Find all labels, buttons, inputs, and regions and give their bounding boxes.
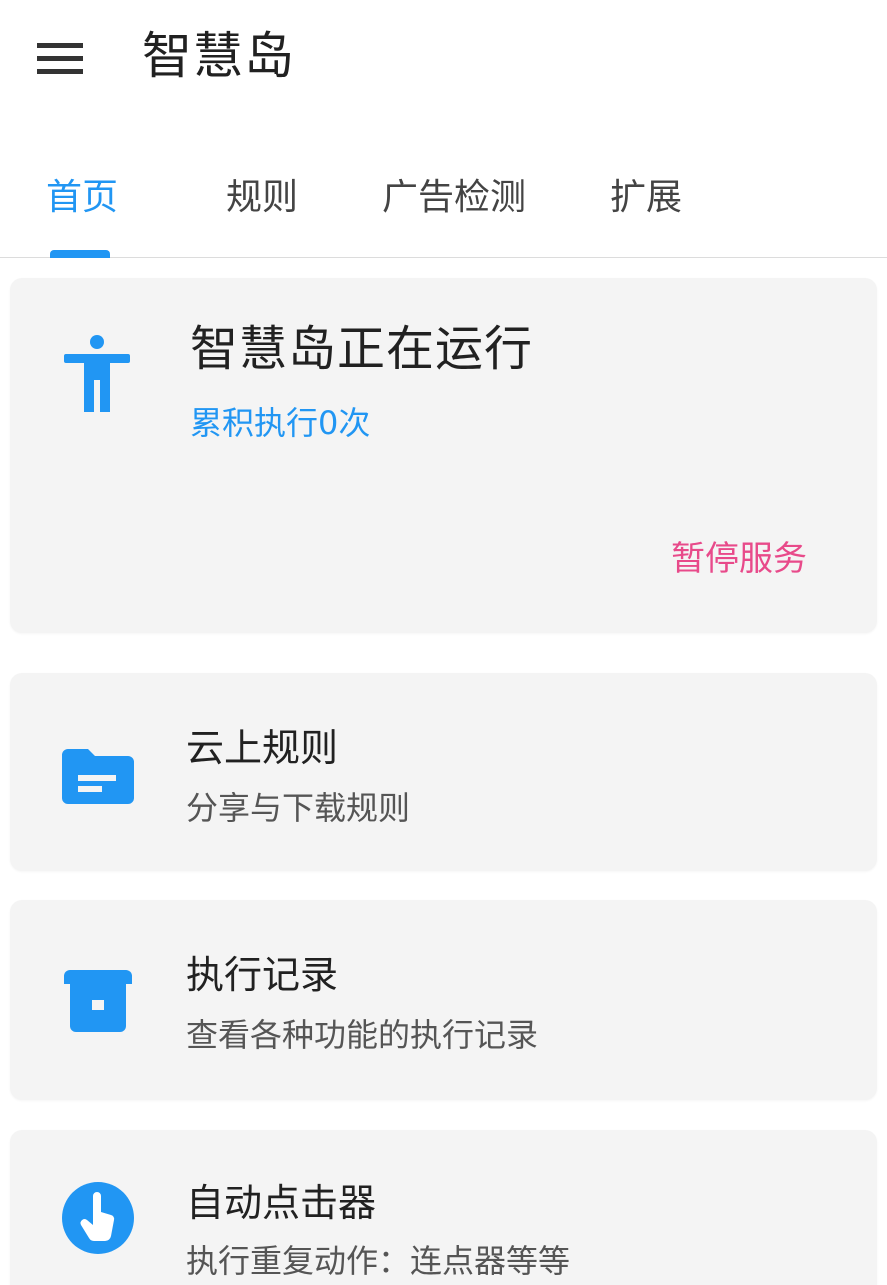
service-status-title: 智慧岛正在运行 bbox=[190, 321, 534, 377]
cloud-rules-title: 云上规则 bbox=[186, 726, 339, 770]
tab-bar: 首页 规则 广告检测 扩展 bbox=[0, 150, 887, 258]
archive-icon bbox=[64, 970, 132, 1032]
execution-count: 累积执行0次 bbox=[190, 404, 371, 442]
auto-clicker-subtitle: 执行重复动作：连点器等等 bbox=[186, 1242, 571, 1280]
auto-clicker-card[interactable]: 自动点击器 执行重复动作：连点器等等 bbox=[10, 1130, 877, 1285]
folder-icon bbox=[62, 749, 134, 804]
auto-clicker-title: 自动点击器 bbox=[186, 1181, 377, 1225]
tab-ad-detection[interactable]: 广告检测 bbox=[382, 172, 526, 224]
tab-extensions[interactable]: 扩展 bbox=[610, 172, 682, 224]
menu-button[interactable] bbox=[30, 28, 90, 88]
app-root: 智慧岛 首页 规则 广告检测 扩展 智慧岛正在运行 累积执行0次 暂停服务 云上… bbox=[0, 0, 887, 1285]
tab-indicator bbox=[50, 250, 110, 258]
tab-home[interactable]: 首页 bbox=[46, 172, 118, 224]
execution-log-card[interactable]: 执行记录 查看各种功能的执行记录 bbox=[10, 900, 877, 1100]
execution-log-subtitle: 查看各种功能的执行记录 bbox=[186, 1016, 539, 1054]
cloud-rules-card[interactable]: 云上规则 分享与下载规则 bbox=[10, 673, 877, 871]
cloud-rules-subtitle: 分享与下载规则 bbox=[186, 789, 411, 827]
top-app-bar: 智慧岛 bbox=[0, 0, 887, 115]
touch-icon bbox=[62, 1182, 134, 1254]
accessibility-icon bbox=[64, 335, 130, 412]
menu-icon bbox=[37, 43, 83, 74]
tab-rules[interactable]: 规则 bbox=[226, 172, 298, 224]
pause-service-button[interactable]: 暂停服务 bbox=[671, 534, 807, 584]
app-title: 智慧岛 bbox=[142, 27, 295, 85]
execution-log-title: 执行记录 bbox=[186, 953, 339, 997]
service-status-card: 智慧岛正在运行 累积执行0次 暂停服务 bbox=[10, 278, 877, 633]
